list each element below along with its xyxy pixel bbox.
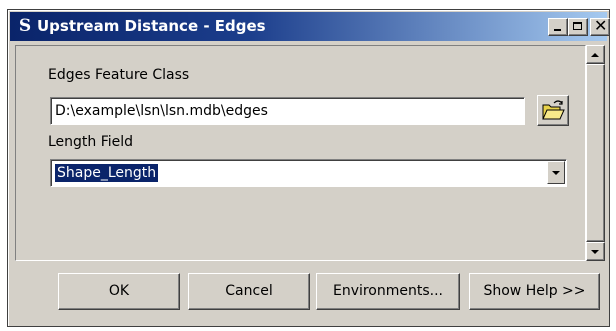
environments-button[interactable]: Environments... (316, 273, 460, 310)
maximize-button[interactable] (568, 18, 588, 36)
vertical-scrollbar[interactable] (586, 45, 605, 261)
dialog-window: S Upstream Distance - Edges ✕ Edges Feat… (7, 9, 610, 327)
minimize-button[interactable] (548, 18, 568, 36)
dropdown-button[interactable] (547, 161, 565, 184)
edges-feature-class-input[interactable]: D:\example\lsn\lsn.mdb\edges (50, 97, 525, 125)
parameters-panel: Edges Feature Class D:\example\lsn\lsn.m… (15, 45, 586, 261)
browse-button[interactable] (537, 95, 569, 126)
scroll-thumb[interactable] (586, 64, 605, 242)
toolbox-script-icon: S (18, 16, 32, 36)
close-icon: ✕ (594, 16, 608, 35)
length-field-label: Length Field (48, 134, 134, 150)
window-title: Upstream Distance - Edges (37, 17, 266, 35)
title-bar[interactable]: S Upstream Distance - Edges ✕ (10, 12, 610, 41)
maximize-icon (573, 22, 582, 30)
minimize-icon (554, 29, 561, 31)
cancel-button[interactable]: Cancel (188, 273, 310, 310)
open-folder-icon (542, 100, 565, 120)
scroll-down-button[interactable] (586, 242, 605, 261)
length-field-value: Shape_Length (55, 164, 159, 182)
show-help-button[interactable]: Show Help >> (469, 273, 600, 310)
close-button[interactable]: ✕ (590, 16, 610, 36)
ok-button[interactable]: OK (58, 273, 180, 310)
chevron-down-icon (552, 171, 560, 175)
length-field-select[interactable]: Shape_Length (50, 159, 567, 187)
scroll-up-button[interactable] (586, 45, 605, 64)
edges-feature-class-label: Edges Feature Class (48, 67, 190, 83)
arrow-up-icon (591, 53, 599, 57)
arrow-down-icon (591, 250, 599, 254)
